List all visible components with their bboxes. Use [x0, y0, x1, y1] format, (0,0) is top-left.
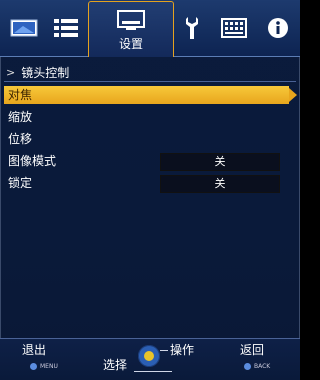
menu-item-image-mode[interactable]: 图像模式 关 — [4, 152, 289, 171]
menu-key-icon — [30, 363, 37, 370]
back-key-icon — [244, 363, 251, 370]
breadcrumb: > 镜头控制 — [6, 64, 69, 80]
menu-item-label: 对焦 — [8, 88, 33, 102]
operate-leader — [160, 350, 168, 351]
operate-label: 操作 — [170, 343, 195, 357]
breadcrumb-title: 镜头控制 — [21, 65, 70, 80]
setup-icon — [117, 10, 145, 30]
menu-item-shift[interactable]: 位移 — [4, 130, 289, 148]
dpad-icon — [138, 345, 160, 367]
back-label: 返回 — [240, 343, 265, 357]
tab-wrench[interactable] — [178, 2, 206, 54]
divider — [4, 81, 296, 82]
top-icon-bar: 设置 — [0, 0, 300, 57]
menu-item-focus[interactable]: 对焦 — [4, 86, 297, 104]
chevron-right-icon: > — [6, 65, 16, 79]
select-label: 选择 — [103, 358, 128, 372]
menu-item-label: 缩放 — [8, 110, 33, 124]
selection-arrow-icon — [289, 88, 297, 102]
tab-list[interactable] — [48, 2, 84, 54]
menu-item-label: 图像模式 — [8, 154, 57, 168]
picture-icon — [10, 19, 38, 37]
menu-item-label: 位移 — [8, 132, 33, 146]
tab-grid[interactable] — [218, 2, 250, 54]
menu-item-lock[interactable]: 锁定 关 — [4, 174, 289, 193]
list-icon — [54, 19, 78, 37]
image-mode-value[interactable]: 关 — [160, 153, 280, 171]
lock-value[interactable]: 关 — [160, 175, 280, 193]
back-key-label: BACK — [254, 363, 271, 370]
exit-label: 退出 — [22, 343, 47, 357]
tab-picture[interactable] — [6, 2, 42, 54]
menu-item-zoom[interactable]: 缩放 — [4, 108, 289, 126]
menu-item-label: 锁定 — [8, 176, 33, 190]
wrench-icon — [186, 17, 198, 39]
tab-setup-label: 设置 — [118, 37, 143, 51]
grid-icon — [221, 18, 247, 38]
tab-info[interactable] — [262, 2, 294, 54]
info-icon — [268, 18, 288, 38]
menu-key-label: MENU — [40, 363, 58, 370]
select-underline — [134, 371, 172, 372]
tab-setup[interactable]: 设置 — [88, 1, 174, 57]
osd-menu-screen: 设置 > 镜头控制 对焦 缩放 位移 图像模式 关 锁定 关 退出 MENU 选… — [0, 0, 300, 380]
